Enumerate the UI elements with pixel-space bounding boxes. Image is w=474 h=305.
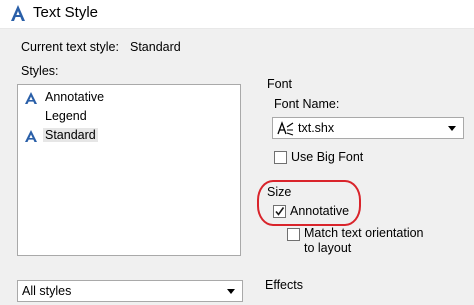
style-item-label: Annotative [45,90,105,104]
style-item-label: Standard [43,128,98,142]
use-big-font-checkbox[interactable] [274,151,287,164]
annotative-icon [25,130,37,142]
match-orientation-label-line2: to layout [304,241,352,255]
styles-label: Styles: [21,64,59,78]
match-orientation-checkbox[interactable] [287,228,300,241]
effects-group-label: Effects [265,278,303,292]
current-style-value: Standard [130,40,181,54]
style-item-annotative[interactable]: Annotative [18,89,240,107]
title-bar: Text Style [0,0,474,29]
match-orientation-label-line1: Match text orientation [304,226,424,240]
text-style-app-icon [11,5,25,21]
shx-font-icon [277,121,294,136]
highlight-annotation-circle [257,180,361,226]
styles-filter-value: All styles [22,284,72,298]
styles-filter-dropdown[interactable]: All styles [17,280,243,302]
chevron-down-icon [227,289,235,294]
font-name-label: Font Name: [274,97,340,111]
font-name-dropdown[interactable]: txt.shx [272,117,464,139]
style-item-standard[interactable]: Standard [18,127,240,145]
annotative-icon [25,92,37,104]
window-title: Text Style [33,4,99,21]
styles-list[interactable]: Annotative Legend Standard [17,84,241,256]
use-big-font-label: Use Big Font [291,150,364,164]
style-item-label: Legend [45,109,87,123]
chevron-down-icon [448,126,456,131]
font-group-label: Font [267,77,293,91]
current-style-label: Current text style: [21,40,119,54]
font-name-value: txt.shx [298,121,335,135]
style-item-legend[interactable]: Legend [18,108,240,126]
